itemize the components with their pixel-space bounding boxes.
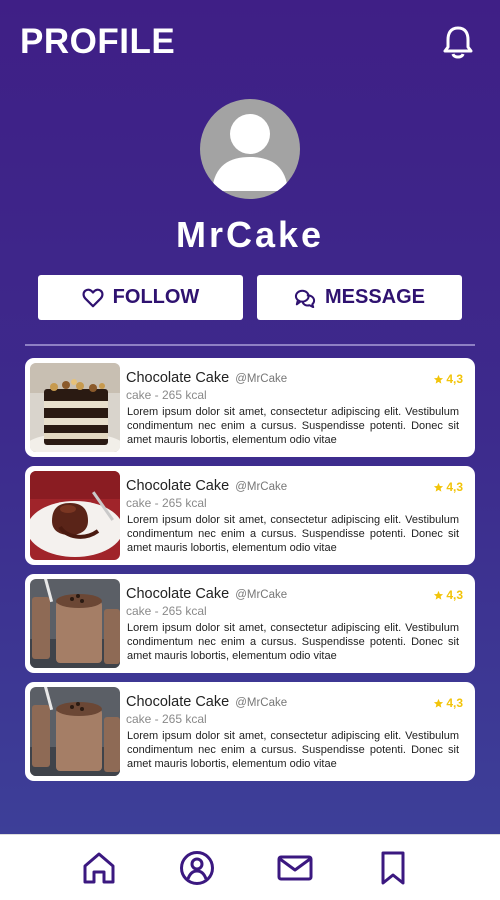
divider	[25, 344, 475, 346]
post-title: Chocolate Cake	[126, 370, 230, 386]
post-description: Lorem ipsum dolor sit amet, consectetur …	[127, 730, 459, 770]
chat-bubbles-icon	[294, 289, 316, 308]
post-card[interactable]: Chocolate Cake @MrCake 4,3 cake - 265 kc…	[25, 682, 475, 781]
post-title: Chocolate Cake	[126, 694, 230, 710]
profile-icon[interactable]	[179, 850, 215, 886]
message-button[interactable]: MESSAGE	[257, 275, 462, 320]
post-description: Lorem ipsum dolor sit amet, consectetur …	[127, 514, 459, 554]
rating: 4,3	[433, 372, 463, 386]
chocolate-milkshake-photo	[30, 579, 120, 668]
chocolate-milkshake-photo	[30, 687, 120, 776]
avatar	[200, 99, 300, 199]
post-title-line: Chocolate Cake @MrCake	[126, 586, 287, 602]
post-subtitle: cake - 265 kcal	[126, 388, 207, 402]
post-description: Lorem ipsum dolor sit amet, consectetur …	[127, 622, 459, 662]
follow-label: FOLLOW	[112, 286, 200, 308]
bell-icon[interactable]	[441, 24, 475, 60]
rating-value: 4,3	[446, 372, 463, 386]
post-card[interactable]: Chocolate Cake @MrCake 4,3 cake - 265 kc…	[25, 466, 475, 565]
rating: 4,3	[433, 480, 463, 494]
post-handle[interactable]: @MrCake	[235, 481, 287, 493]
follow-button[interactable]: FOLLOW	[38, 275, 243, 320]
mail-icon[interactable]	[277, 850, 313, 886]
post-subtitle: cake - 265 kcal	[126, 712, 207, 726]
post-title-line: Chocolate Cake @MrCake	[126, 694, 287, 710]
star-icon	[434, 698, 444, 708]
layered-chocolate-cake-photo	[30, 363, 120, 452]
home-icon[interactable]	[81, 850, 117, 886]
profile-name: MrCake	[175, 214, 325, 255]
post-handle[interactable]: @MrCake	[235, 589, 287, 601]
bottom-nav	[0, 834, 500, 900]
post-title: Chocolate Cake	[126, 478, 230, 494]
rating-value: 4,3	[446, 696, 463, 710]
star-icon	[434, 482, 444, 492]
profile-screen: PROFILE MrCake FOLLOW MESSAGE Chocolate …	[0, 0, 500, 834]
star-icon	[434, 374, 444, 384]
message-label: MESSAGE	[324, 286, 426, 308]
post-title-line: Chocolate Cake @MrCake	[126, 370, 287, 386]
post-title: Chocolate Cake	[126, 586, 230, 602]
bookmark-icon[interactable]	[375, 850, 411, 886]
user-avatar-icon	[212, 114, 288, 191]
post-title-line: Chocolate Cake @MrCake	[126, 478, 287, 494]
lava-cake-photo	[30, 471, 120, 560]
page-title: PROFILE	[20, 22, 176, 61]
post-description: Lorem ipsum dolor sit amet, consectetur …	[127, 406, 459, 446]
rating: 4,3	[433, 696, 463, 710]
post-subtitle: cake - 265 kcal	[126, 604, 207, 618]
post-card[interactable]: Chocolate Cake @MrCake 4,3 cake - 265 kc…	[25, 574, 475, 673]
rating-value: 4,3	[446, 480, 463, 494]
post-card[interactable]: Chocolate Cake @MrCake 4,3 cake - 265 kc…	[25, 358, 475, 457]
star-icon	[434, 590, 444, 600]
post-handle[interactable]: @MrCake	[235, 697, 287, 709]
post-subtitle: cake - 265 kcal	[126, 496, 207, 510]
rating: 4,3	[433, 588, 463, 602]
rating-value: 4,3	[446, 588, 463, 602]
heart-icon	[82, 288, 104, 307]
post-handle[interactable]: @MrCake	[235, 373, 287, 385]
